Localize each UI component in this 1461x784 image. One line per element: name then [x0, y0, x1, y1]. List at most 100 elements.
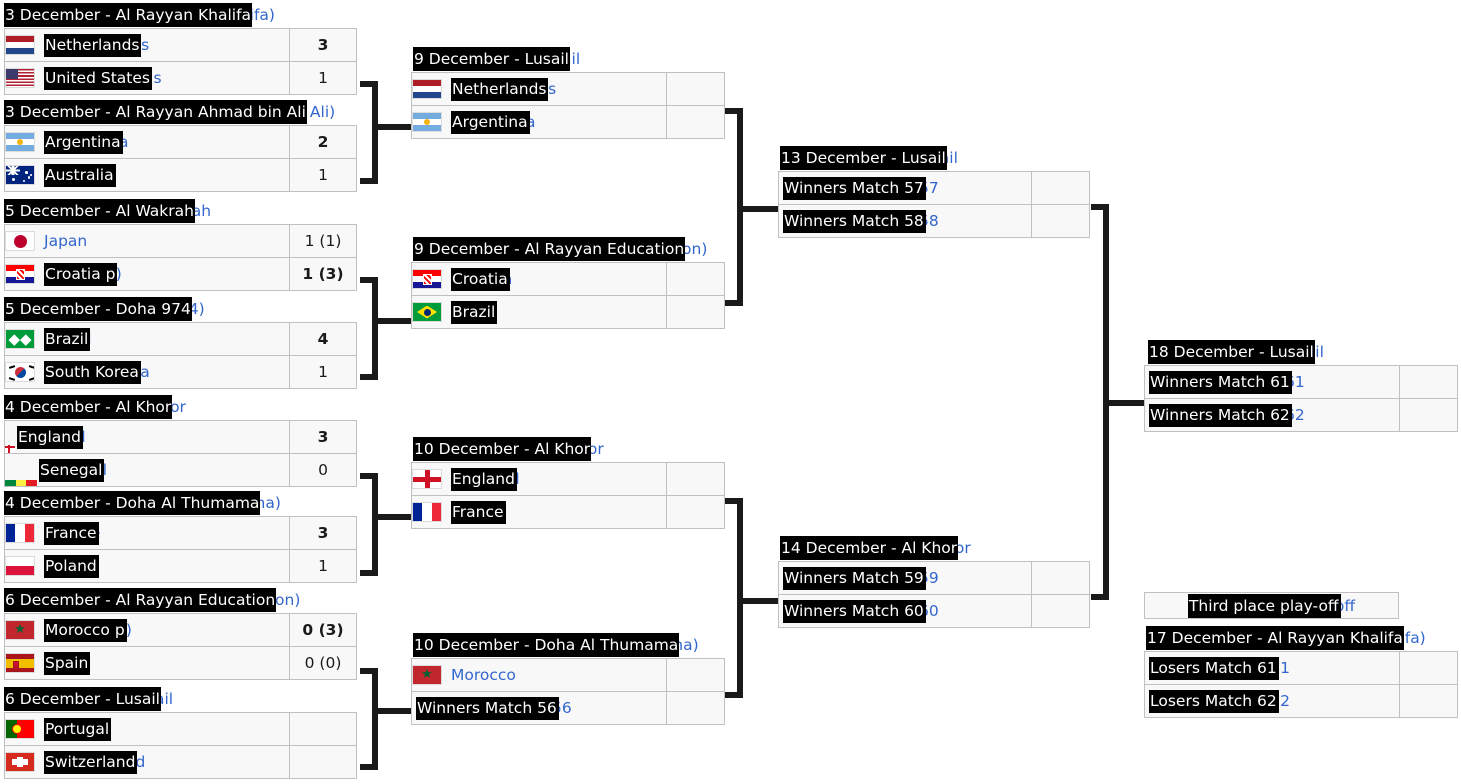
match-header: bin Ali) 3 December - Al Rayyan Ahmad bin…: [4, 99, 357, 125]
match-header-selected-text[interactable]: 3 December - Al Rayyan Ahmad bin Ali: [4, 100, 307, 124]
team-name-link-text[interactable]: a: [140, 361, 150, 383]
england-flag-narrow: [5, 444, 15, 453]
team-cell: a Argentina: [411, 105, 667, 139]
argentina-flag: [5, 132, 35, 152]
table-row: s United States 1: [4, 61, 357, 95]
match-block: sail9 December - LusailsNetherlandsaArge…: [411, 46, 725, 139]
team-name-selected[interactable]: Brazil: [44, 328, 91, 351]
table-row: 1 Losers Match 61: [1144, 651, 1458, 685]
team-name-selected[interactable]: Winners Match 59: [783, 567, 926, 590]
score-cell: 1: [289, 158, 357, 192]
france-flag: [5, 523, 35, 543]
match-block: hor14 December - Al Khor59Winners Match …: [778, 535, 1090, 628]
team-name-link-text[interactable]: s: [548, 78, 556, 100]
team-name-link-text[interactable]: 2: [1280, 690, 1290, 712]
team-name[interactable]: Japan: [44, 230, 87, 252]
match-header-selected-text[interactable]: 5 December - Al Wakrah: [4, 199, 195, 223]
team-cell: 62 Winners Match 62: [1144, 398, 1400, 432]
team-name-selected[interactable]: Argentina: [44, 131, 123, 154]
team-name-selected[interactable]: Croatia: [451, 268, 510, 291]
bracket-connector-h-bottom: [1091, 594, 1109, 600]
match-header: cation)9 December - Al Rayyan Education: [411, 236, 725, 262]
match-table: dEngland France: [411, 462, 725, 529]
team-name-selected[interactable]: Netherlands: [451, 78, 549, 101]
team-name-selected[interactable]: United States: [44, 67, 152, 90]
match-block: bin Ali) 3 December - Al Rayyan Ahmad bin…: [4, 99, 357, 192]
team-name-selected[interactable]: France: [451, 501, 506, 524]
table-row: dEngland: [411, 462, 725, 496]
match-header-selected-text[interactable]: 10 December - Doha Al Thumama: [413, 633, 680, 657]
team-name-selected[interactable]: Losers Match 62: [1149, 690, 1279, 713]
team-name-selected[interactable]: Morocco p: [44, 619, 127, 642]
team-name-link-text[interactable]: 1: [1280, 657, 1290, 679]
match-header-selected-text[interactable]: 4 December - Al Khor: [4, 395, 173, 419]
team-name-selected[interactable]: Portugal: [44, 718, 112, 741]
team-name-selected[interactable]: Winners Match 56: [416, 697, 559, 720]
match-header-selected-text[interactable]: 3 December - Al Rayyan Khalifa: [4, 3, 253, 27]
team-name-selected[interactable]: England: [451, 468, 517, 491]
team-name-link-text[interactable]: s: [153, 67, 161, 89]
team-name-selected[interactable]: Winners Match 58: [783, 210, 926, 233]
score-cell: 0: [289, 453, 357, 487]
match-block: 974)5 December - Doha 974◆◆lBrazil4aSout…: [4, 296, 357, 389]
table-row: 61 Winners Match 61: [1144, 365, 1458, 399]
team-name-selected[interactable]: Spain: [44, 652, 91, 675]
match-header-selected-text[interactable]: 17 December - Al Rayyan Khalifa: [1146, 626, 1404, 650]
team-name-selected[interactable]: Netherlands: [44, 34, 142, 57]
team-name[interactable]: Morocco: [451, 664, 516, 686]
team-name-selected[interactable]: Australia: [44, 164, 116, 187]
match-header-selected-text[interactable]: 5 December - Doha 974: [4, 297, 192, 321]
team-name-selected[interactable]: Losers Match 61: [1149, 657, 1279, 680]
team-cell: Brazil: [411, 295, 667, 329]
match-block: cation)9 December - Al Rayyan Educationa…: [411, 236, 725, 329]
table-row: Portugal: [4, 712, 357, 746]
bracket-canvas: halifa)3 December - Al Rayyan KhalifasNe…: [0, 0, 1461, 784]
match-header-selected-text[interactable]: 6 December - Al Rayyan Education: [4, 588, 277, 612]
match-header-selected-text[interactable]: 18 December - Lusail: [1148, 340, 1315, 364]
match-header: cation)6 December - Al Rayyan Education: [4, 587, 357, 613]
score-cell: [289, 745, 357, 779]
team-name-selected[interactable]: Winners Match 61: [1149, 371, 1292, 394]
table-row: Poland 1: [4, 549, 357, 583]
team-name-selected[interactable]: England: [17, 426, 83, 449]
match-table: s Netherlands 3 s United States 1: [4, 28, 357, 95]
team-name-selected[interactable]: Poland: [44, 555, 99, 578]
match-header-selected-text[interactable]: 9 December - Al Rayyan Education: [413, 237, 686, 261]
team-name-selected[interactable]: France: [44, 522, 99, 545]
match-block: hor10 December - Al KhordEngland France: [411, 436, 725, 529]
bracket-connector-h-mid: [372, 514, 411, 520]
third-place-title-selected[interactable]: Third place play-off: [1187, 593, 1341, 618]
bracket-connector-h-bottom: [360, 178, 378, 184]
japan-flag: [5, 231, 35, 251]
match-header-selected-text[interactable]: 6 December - Lusail: [4, 687, 161, 711]
team-cell: a South Korea: [4, 355, 290, 389]
team-cell: Spain: [4, 646, 290, 680]
table-row: a Argentina: [411, 105, 725, 139]
team-cell: 2 Losers Match 62: [1144, 684, 1400, 718]
team-name-selected[interactable]: Winners Match 62: [1149, 404, 1292, 427]
match-header-selected-text[interactable]: 9 December - Lusail: [413, 47, 570, 71]
bracket-connector-h-mid: [372, 708, 411, 714]
team-name-link-text[interactable]: s: [141, 34, 149, 56]
match-header-selected-text[interactable]: 14 December - Al Khor: [780, 536, 959, 560]
team-name-selected[interactable]: Switzerland: [44, 751, 138, 774]
bracket-connector-h-bottom: [360, 374, 378, 380]
senegal-flag-narrow: [5, 479, 37, 486]
poland-flag: [5, 556, 35, 576]
match-header-selected-text[interactable]: 10 December - Al Khor: [413, 437, 592, 461]
match-block: cation)6 December - Al Rayyan Education★…: [4, 587, 357, 680]
team-name-selected[interactable]: Senegal: [39, 459, 105, 482]
match-block: halifa)3 December - Al Rayyan KhalifasNe…: [4, 2, 357, 95]
team-name-selected[interactable]: Brazil: [451, 301, 498, 324]
team-cell: 58 Winners Match 58: [778, 204, 1032, 238]
table-row: 58 Winners Match 58: [778, 204, 1090, 238]
match-header-selected-text[interactable]: 13 December - Lusail: [780, 146, 947, 170]
team-name-selected[interactable]: Argentina: [451, 111, 530, 134]
match-header-selected-text[interactable]: 4 December - Doha Al Thumama: [4, 491, 261, 515]
team-name-selected[interactable]: South Korea: [44, 361, 141, 384]
team-name-selected[interactable]: Croatia p: [44, 263, 118, 286]
team-name-selected[interactable]: Winners Match 57: [783, 177, 926, 200]
team-name-selected[interactable]: Winners Match 60: [783, 600, 926, 623]
team-cell: (p)Croatia p: [4, 257, 290, 291]
match-table: 59 Winners Match 59 60 Winners Match 60: [778, 561, 1090, 628]
